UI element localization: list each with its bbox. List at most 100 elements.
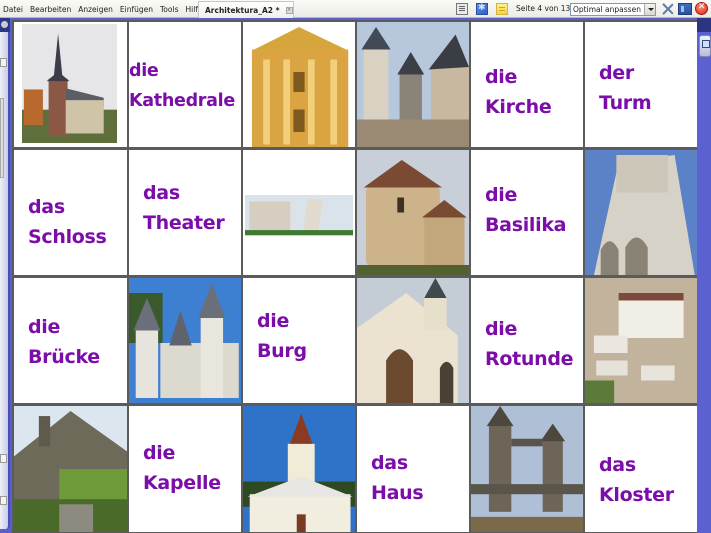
sticky-note-icon[interactable] — [496, 3, 508, 15]
word-card[interactable]: das Kloster — [585, 406, 697, 532]
noun: Theater — [143, 212, 225, 234]
building-photo — [14, 406, 127, 532]
word-card[interactable]: die Kirche — [471, 22, 583, 147]
word-card[interactable]: die Basilika — [471, 150, 583, 275]
top-toolbar: Datei Bearbeiten Anzeigen Einfügen Tools… — [0, 0, 711, 18]
word-card-text: die Kirche — [485, 62, 552, 122]
noun: Kapelle — [143, 472, 221, 494]
article: die — [129, 61, 159, 81]
left-panel-header — [0, 18, 10, 32]
noun: Schloss — [28, 226, 107, 248]
word-card-text: die Kathedrale — [129, 56, 235, 116]
word-card-text: die Rotunde — [485, 314, 574, 374]
word-card-text: die Kapelle — [143, 438, 221, 498]
left-side-panel — [0, 18, 10, 529]
word-card[interactable]: das Schloss — [14, 150, 127, 275]
word-card[interactable]: die Rotunde — [471, 278, 583, 403]
zoom-select-value: Optimal anpassen — [573, 5, 641, 14]
article: die — [485, 318, 518, 340]
building-photo — [357, 150, 469, 275]
article: die — [257, 310, 290, 332]
word-card-text: das Kloster — [599, 450, 674, 510]
left-panel-button-lower[interactable] — [0, 454, 7, 463]
memory-board: die Kathedrale die Kirche der Turm das Schloss… — [12, 20, 697, 533]
board-icon[interactable] — [678, 3, 692, 15]
building-photo — [245, 182, 353, 247]
document-tab[interactable]: Architektura_A2 * × — [198, 1, 294, 18]
chevron-down-icon[interactable] — [644, 4, 655, 15]
article: der — [599, 62, 634, 84]
word-card[interactable]: das Haus — [357, 406, 469, 532]
snowflake-icon[interactable] — [476, 3, 488, 15]
noun: Rotunde — [485, 348, 574, 370]
page-view-icon[interactable] — [456, 3, 468, 15]
building-photo — [357, 22, 469, 147]
word-card[interactable]: der Turm — [585, 22, 697, 147]
word-card[interactable]: die Kathedrale — [129, 22, 241, 147]
menu-datei[interactable]: Datei — [3, 5, 23, 14]
picture-card[interactable] — [357, 22, 469, 147]
document-tab-label: Architektura_A2 * — [205, 5, 280, 15]
noun: Kloster — [599, 484, 674, 506]
building-photo — [585, 278, 697, 403]
word-card-text: die Brücke — [28, 312, 100, 372]
word-card-text: der Turm — [599, 58, 652, 118]
picture-card[interactable] — [129, 278, 241, 403]
picture-card[interactable] — [243, 150, 355, 275]
building-photo — [585, 150, 697, 275]
article: die — [28, 316, 61, 338]
tab-close-icon[interactable]: × — [285, 6, 293, 14]
picture-card[interactable] — [471, 406, 583, 532]
article: die — [143, 442, 176, 464]
picture-card[interactable] — [243, 406, 355, 532]
right-panel-header — [697, 18, 711, 32]
gallery-button[interactable] — [699, 35, 711, 57]
word-card[interactable]: die Kapelle — [129, 406, 241, 532]
noun: Haus — [371, 482, 424, 504]
left-panel-button-top[interactable] — [0, 58, 7, 67]
picture-card[interactable] — [357, 278, 469, 403]
noun: Kathedrale — [129, 91, 235, 111]
left-panel-button-bottom[interactable] — [0, 496, 7, 505]
left-panel-scrollbar[interactable] — [0, 98, 4, 178]
word-card-text: die Basilika — [485, 180, 567, 240]
noun: Turm — [599, 92, 652, 114]
picture-card[interactable] — [585, 150, 697, 275]
noun: Brücke — [28, 346, 100, 368]
right-side-panel — [697, 18, 711, 533]
menu-tools[interactable]: Tools — [160, 5, 178, 14]
picture-card[interactable] — [357, 150, 469, 275]
article: das — [599, 454, 636, 476]
building-photo — [243, 22, 355, 147]
fit-screen-icon[interactable] — [661, 3, 674, 15]
building-photo — [243, 406, 355, 532]
article: die — [485, 184, 518, 206]
word-card-text: das Schloss — [28, 192, 107, 252]
word-card-text: die Burg — [257, 306, 307, 366]
word-card-text: das Haus — [371, 448, 424, 508]
word-card[interactable]: das Theater — [129, 150, 241, 275]
noun: Basilika — [485, 214, 567, 236]
word-card[interactable]: die Burg — [243, 278, 355, 403]
picture-card[interactable] — [14, 406, 127, 532]
building-photo — [471, 406, 583, 532]
menu-bar: Datei Bearbeiten Anzeigen Einfügen Tools… — [3, 0, 210, 18]
word-card-text: das Theater — [143, 178, 225, 238]
article: das — [28, 196, 65, 218]
article: das — [143, 182, 180, 204]
picture-card[interactable] — [585, 278, 697, 403]
picture-card[interactable] — [243, 22, 355, 147]
building-photo — [22, 24, 117, 143]
menu-bearbeiten[interactable]: Bearbeiten — [30, 5, 71, 14]
menu-einfuegen[interactable]: Einfügen — [120, 5, 153, 14]
menu-anzeigen[interactable]: Anzeigen — [78, 5, 113, 14]
article: das — [371, 452, 408, 474]
word-card[interactable]: die Brücke — [14, 278, 127, 403]
noun: Burg — [257, 340, 307, 362]
zoom-select[interactable]: Optimal anpassen — [570, 3, 656, 16]
building-photo — [129, 278, 241, 403]
close-icon[interactable] — [695, 2, 708, 15]
picture-card[interactable] — [14, 22, 127, 147]
page-indicator: Seite 4 von 13 — [516, 4, 571, 13]
noun: Kirche — [485, 96, 552, 118]
